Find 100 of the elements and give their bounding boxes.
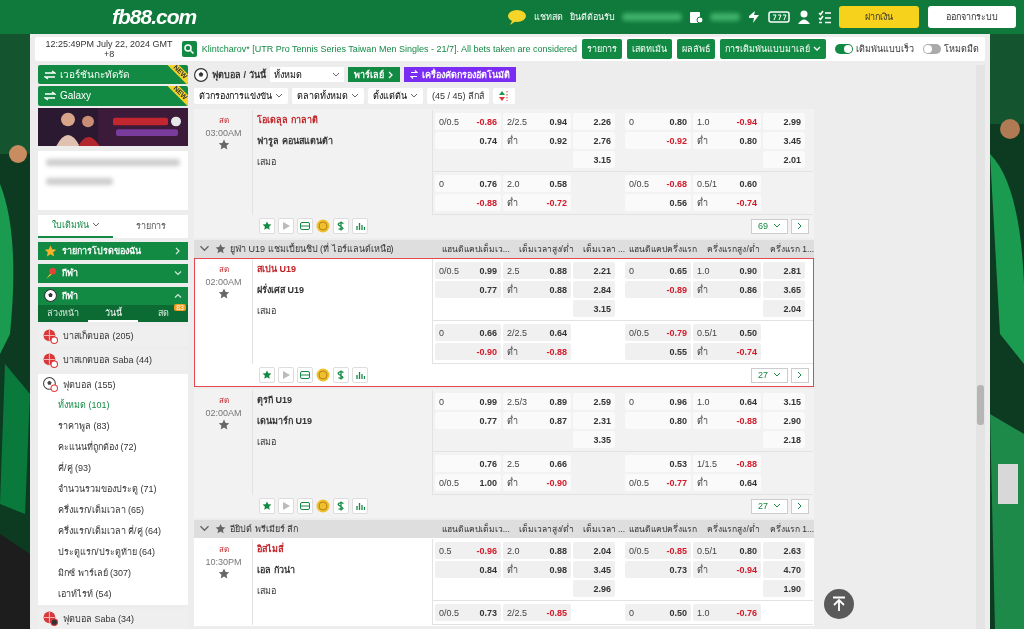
wallet-icon[interactable] [689, 10, 703, 24]
odds-cell[interactable]: 2.96 [573, 580, 615, 597]
sidebar-section-header[interactable]: รายการโปรดของฉัน [38, 241, 188, 261]
odds-cell[interactable]: 3.65 [763, 281, 805, 298]
sort-button[interactable] [493, 87, 516, 104]
odds-cell[interactable]: 0.5/1 0.60 [693, 175, 761, 192]
sidebar-section-header[interactable]: กีฬา [38, 286, 188, 305]
odds-cell[interactable]: 0.80 [625, 412, 691, 429]
odds-cell[interactable]: 0.56 [625, 194, 691, 211]
odds-cell[interactable]: 1/1.5 -0.88 [693, 455, 761, 472]
odds-cell[interactable]: 2.04 [573, 542, 615, 559]
odds-cell[interactable]: 2.63 [763, 542, 805, 559]
odds-cell[interactable]: 0/0.5 0.73 [435, 604, 501, 621]
match-row[interactable] [194, 109, 814, 238]
star-icon[interactable] [217, 288, 230, 300]
odds-cell[interactable]: ต่ำ 0.64 [693, 474, 761, 491]
odds-cell[interactable]: ต่ำ -0.74 [693, 194, 761, 211]
odds-cell[interactable]: 0.77 [435, 281, 501, 298]
odds-cell[interactable]: 0.76 [435, 455, 501, 472]
odds-cell[interactable]: ต่ำ -0.88 [693, 412, 761, 429]
logout-button[interactable]: ออกจากระบบ [928, 6, 1016, 28]
odds-cell[interactable]: 2.21 [573, 262, 615, 279]
odds-cell[interactable]: 3.45 [763, 132, 805, 149]
bet-slip-tab[interactable]: รายการ [113, 214, 188, 238]
odds-cell[interactable]: 2/2.5 0.94 [503, 113, 571, 130]
market-item[interactable]: ครึ่งแรก/เต็มเวลา (65) [38, 499, 188, 521]
odds-cell[interactable]: 2.59 [573, 393, 615, 410]
stats-icon[interactable] [352, 218, 368, 234]
odds-cell[interactable]: 2.90 [763, 412, 805, 429]
scrollbar[interactable] [976, 65, 985, 629]
odds-cell[interactable]: 0/0.5 -0.86 [435, 113, 501, 130]
market-item[interactable]: จำนวนรวมของประตู (71) [38, 478, 188, 500]
odds-cell[interactable]: 2.5 0.88 [503, 262, 571, 279]
odds-cell[interactable]: 0/0.5 -0.79 [625, 324, 691, 341]
more-markets-button[interactable]: 69 [751, 218, 788, 234]
more-markets-button[interactable]: 27 [751, 498, 788, 514]
league-select[interactable]: ทั้งหมด [269, 67, 344, 82]
market-item[interactable]: มิกซ์ พาร์เลย์ (307) [38, 562, 188, 584]
odds-cell[interactable]: 0 0.50 [625, 604, 691, 621]
market-item[interactable]: ครึ่งแรก/เต็มเวลา คี่/คู่ (64) [38, 520, 188, 542]
filter-dropdown[interactable]: ตั้งแต่ต้น [368, 87, 423, 104]
odds-cell[interactable]: 2.04 [763, 300, 805, 317]
odds-cell[interactable]: 3.15 [573, 300, 615, 317]
dollar-icon[interactable] [333, 218, 349, 234]
odds-cell[interactable]: ต่ำ 0.80 [693, 132, 761, 149]
lightning-icon[interactable] [747, 10, 761, 24]
parlay-button[interactable]: พาร์เลย์ [347, 67, 400, 82]
bet-slip-tab[interactable]: ใบเดิมพัน [38, 214, 113, 238]
slot-machine-icon[interactable] [768, 10, 790, 24]
odds-cell[interactable]: 3.35 [573, 431, 615, 448]
odds-cell[interactable]: 0 0.65 [625, 262, 691, 279]
odds-cell[interactable]: 1.0 -0.76 [693, 604, 761, 621]
collapse-icon[interactable] [198, 245, 211, 253]
market-item[interactable]: คี่/คู่ (93) [38, 457, 188, 479]
odds-cell[interactable]: ต่ำ -0.94 [693, 561, 761, 578]
odds-cell[interactable]: 0.84 [435, 561, 501, 578]
odds-cell[interactable]: 0 0.66 [435, 324, 501, 341]
nav-button[interactable]: เสตทเม้น [627, 39, 672, 59]
odds-cell[interactable]: 1.90 [763, 580, 805, 597]
odds-cell[interactable]: ต่ำ -0.90 [503, 474, 571, 491]
odds-cell[interactable]: 2.01 [763, 151, 805, 168]
odds-cell[interactable]: ต่ำ 0.98 [503, 561, 571, 578]
odds-cell[interactable]: 0 0.99 [435, 393, 501, 410]
odds-cell[interactable]: 2.18 [763, 431, 805, 448]
odds-cell[interactable]: 2.76 [573, 132, 615, 149]
odds-cell[interactable]: -0.88 [435, 194, 501, 211]
more-markets-button[interactable]: 27 [751, 367, 788, 383]
odds-cell[interactable]: -0.90 [435, 343, 501, 360]
odds-cell[interactable]: 2.0 0.58 [503, 175, 571, 192]
odds-cell[interactable]: ต่ำ -0.88 [503, 343, 571, 360]
star-icon[interactable] [217, 419, 230, 431]
checklist-icon[interactable] [818, 10, 832, 24]
odds-cell[interactable]: 2.0 0.88 [503, 542, 571, 559]
odds-cell[interactable]: ต่ำ 0.86 [693, 281, 761, 298]
market-item[interactable]: คะแนนที่ถูกต้อง (72) [38, 436, 188, 458]
odds-cell[interactable]: ต่ำ 0.88 [503, 281, 571, 298]
odds-cell[interactable]: 0.5/1 0.80 [693, 542, 761, 559]
filter-dropdown[interactable]: ตัวกรองการแข่งขัน [194, 87, 288, 104]
odds-cell[interactable]: 3.15 [763, 393, 805, 410]
market-item[interactable]: ราคาพูล (83) [38, 415, 188, 437]
odds-cell[interactable]: 4.70 [763, 561, 805, 578]
nav-button[interactable]: รายการ [582, 39, 622, 59]
dollar-icon[interactable] [333, 498, 349, 514]
odds-cell[interactable]: 0.77 [435, 412, 501, 429]
deposit-button[interactable]: ฝากเงิน [839, 6, 919, 28]
odds-cell[interactable]: 2.84 [573, 281, 615, 298]
odds-cell[interactable]: 1.0 0.90 [693, 262, 761, 279]
odds-cell[interactable]: ต่ำ -0.72 [503, 194, 571, 211]
odds-cell[interactable]: 0/0.5 -0.68 [625, 175, 691, 192]
odds-cell[interactable]: -0.89 [625, 281, 691, 298]
match-row[interactable] [194, 389, 814, 518]
odds-cell[interactable]: 0 0.96 [625, 393, 691, 410]
odds-cell[interactable]: 0 0.76 [435, 175, 501, 192]
list-icon[interactable] [297, 367, 313, 383]
chat-icon[interactable] [507, 9, 527, 25]
back-to-top-button[interactable] [824, 589, 854, 619]
match-row[interactable] [194, 258, 814, 387]
odds-cell[interactable]: 1.0 -0.94 [693, 113, 761, 130]
user-icon[interactable] [797, 10, 811, 24]
odds-cell[interactable]: 0/0.5 -0.85 [625, 542, 691, 559]
